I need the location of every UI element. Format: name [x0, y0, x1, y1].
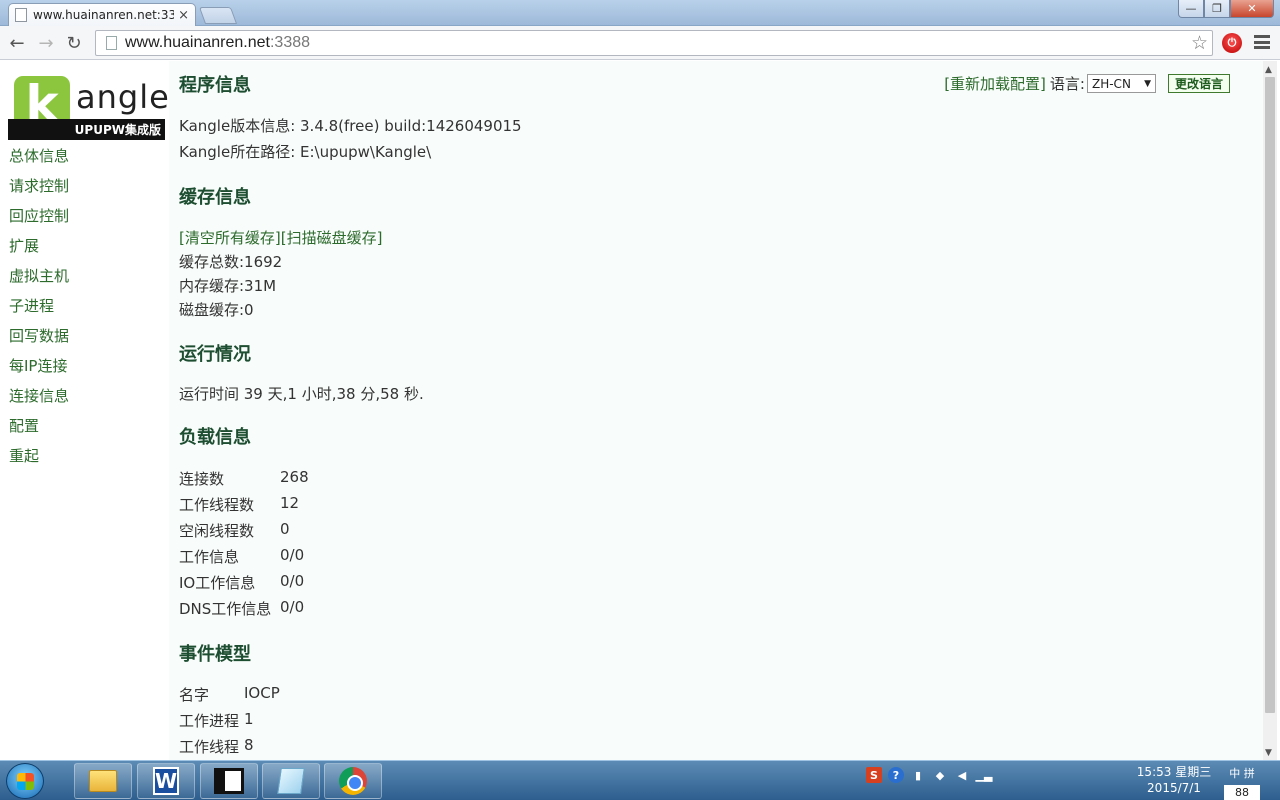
- tab-title: www.huainanren.net:338: [33, 8, 175, 22]
- sidebar: k angle UPUPW集成版 总体信息 请求控制 回应控制 扩展 虚拟主机 …: [0, 61, 169, 760]
- ime-value: 88: [1224, 785, 1260, 800]
- extension-icon[interactable]: ⏻: [1222, 33, 1242, 53]
- sidebar-item-per-ip[interactable]: 每IP连接: [9, 351, 69, 381]
- sidebar-item-connections[interactable]: 连接信息: [9, 381, 69, 411]
- close-window-button[interactable]: ✕: [1230, 0, 1274, 18]
- language-label: 语言:: [1049, 75, 1085, 93]
- sidebar-item-request-control[interactable]: 请求控制: [9, 171, 69, 201]
- system-tray: S ? ▮ ◆ ◀ ▁▃: [866, 767, 992, 783]
- ime-mode: 中 拼: [1229, 767, 1255, 780]
- section-program-heading: 程序信息: [179, 75, 251, 96]
- clock-time: 15:53 星期三: [1136, 765, 1212, 779]
- page-viewport: k angle UPUPW集成版 总体信息 请求控制 回应控制 扩展 虚拟主机 …: [0, 61, 1280, 760]
- browser-tab[interactable]: www.huainanren.net:338 ×: [8, 3, 196, 26]
- event-row: 工作线程 8: [179, 736, 254, 756]
- load-row: 工作线程数 12: [179, 494, 300, 514]
- sidebar-item-restart[interactable]: 重起: [9, 441, 69, 471]
- language-select[interactable]: ZH-CN ▼: [1086, 74, 1156, 93]
- windows-logo-icon: [17, 773, 34, 790]
- reload-icon[interactable]: ↻: [62, 31, 86, 55]
- section-runtime-heading: 运行情况: [179, 344, 251, 365]
- network-icon[interactable]: ▮: [910, 767, 926, 783]
- bookmark-star-icon[interactable]: ☆: [1191, 32, 1208, 54]
- url-text: www.huainanren.net:3388: [125, 34, 311, 51]
- page-scrollbar[interactable]: ▲ ▼: [1263, 61, 1277, 760]
- taskbar-explorer[interactable]: [74, 763, 132, 799]
- section-cache-heading: 缓存信息: [179, 187, 251, 208]
- load-row: 连接数 268: [179, 468, 309, 488]
- event-row: 工作进程 1: [179, 710, 254, 730]
- section-event-heading: 事件模型: [179, 644, 251, 665]
- version-info: Kangle版本信息: 3.4.8(free) build:1426049015: [179, 117, 522, 135]
- close-icon[interactable]: ×: [178, 8, 189, 23]
- taskbar-notepad[interactable]: [262, 763, 320, 799]
- chrome-icon: [339, 767, 367, 795]
- uptime: 运行时间 39 天,1 小时,38 分,58 秒.: [179, 385, 424, 403]
- taskbar-chrome[interactable]: [324, 763, 382, 799]
- cache-disk: 磁盘缓存:0: [179, 301, 254, 319]
- input-method-indicator[interactable]: 中 拼 88: [1222, 765, 1262, 800]
- sidebar-item-overview[interactable]: 总体信息: [9, 141, 69, 171]
- section-load-heading: 负载信息: [179, 427, 251, 448]
- volume-icon[interactable]: ◀: [954, 767, 970, 783]
- logo-word: angle: [76, 78, 170, 116]
- sogou-ime-icon[interactable]: S: [866, 767, 882, 783]
- browser-toolbar: ← → ↻ www.huainanren.net:3388 ☆ ⏻: [0, 26, 1280, 60]
- back-icon[interactable]: ←: [5, 31, 29, 55]
- scroll-down-icon[interactable]: ▼: [1265, 748, 1272, 758]
- help-icon[interactable]: ?: [888, 767, 904, 783]
- load-row: IO工作信息 0/0: [179, 572, 305, 592]
- scroll-thumb[interactable]: [1265, 77, 1275, 713]
- taskbar: W S ? ▮ ◆ ◀ ▁▃ 15:53 星期三 2015/7/1 中 拼 88: [0, 760, 1280, 800]
- load-row: 空闲线程数 0: [179, 520, 290, 540]
- sidebar-item-config[interactable]: 配置: [9, 411, 69, 441]
- reload-config-link[interactable]: [重新加载配置]: [944, 73, 1046, 94]
- new-tab-button[interactable]: [198, 7, 238, 24]
- window-titlebar: www.huainanren.net:338 × — ❐ ✕: [0, 0, 1280, 26]
- cache-total: 缓存总数:1692: [179, 253, 283, 271]
- maximize-button[interactable]: ❐: [1204, 0, 1230, 18]
- document-icon: [277, 768, 305, 794]
- install-path: Kangle所在路径: E:\upupw\Kangle\: [179, 143, 432, 161]
- scan-disk-cache-link[interactable]: [扫描磁盘缓存]: [281, 229, 383, 247]
- sidebar-item-extensions[interactable]: 扩展: [9, 231, 69, 261]
- page-icon: [106, 36, 117, 50]
- chevron-down-icon: ▼: [1144, 78, 1151, 89]
- load-row: DNS工作信息 0/0: [179, 598, 305, 618]
- top-controls: [重新加载配置] 语言: ZH-CN ▼ 更改语言: [944, 73, 1230, 94]
- cache-memory: 内存缓存:31M: [179, 277, 277, 295]
- sidebar-item-subprocess[interactable]: 子进程: [9, 291, 69, 321]
- taskbar-word[interactable]: W: [137, 763, 195, 799]
- page-icon: [15, 8, 27, 22]
- sidebar-item-writeback[interactable]: 回写数据: [9, 321, 69, 351]
- word-icon: W: [153, 767, 179, 795]
- sidebar-item-response-control[interactable]: 回应控制: [9, 201, 69, 231]
- scroll-up-icon[interactable]: ▲: [1265, 65, 1272, 75]
- event-row: 名字 IOCP: [179, 684, 280, 704]
- language-value: ZH-CN: [1091, 76, 1131, 91]
- sidebar-nav: 总体信息 请求控制 回应控制 扩展 虚拟主机 子进程 回写数据 每IP连接 连接…: [9, 141, 69, 471]
- main-content: [重新加载配置] 语言: ZH-CN ▼ 更改语言 程序信息 Kangle版本信…: [169, 61, 1263, 760]
- address-bar[interactable]: www.huainanren.net:3388 ☆: [95, 30, 1213, 56]
- change-language-button[interactable]: 更改语言: [1167, 74, 1230, 93]
- forward-icon[interactable]: →: [34, 31, 58, 55]
- logo-band: UPUPW集成版: [8, 119, 165, 140]
- menu-icon[interactable]: [1254, 35, 1270, 49]
- clear-cache-link[interactable]: [清空所有缓存]: [179, 229, 281, 247]
- kangle-logo: k angle UPUPW集成版: [8, 72, 169, 140]
- security-shield-icon[interactable]: ◆: [932, 767, 948, 783]
- system-clock[interactable]: 15:53 星期三 2015/7/1: [1134, 764, 1214, 796]
- load-row: 工作信息 0/0: [179, 546, 305, 566]
- cache-actions: [清空所有缓存][扫描磁盘缓存]: [179, 227, 382, 248]
- folder-icon: [89, 770, 117, 792]
- signal-icon[interactable]: ▁▃: [976, 767, 993, 783]
- sidebar-item-virtual-hosts[interactable]: 虚拟主机: [9, 261, 69, 291]
- taskbar-app-black[interactable]: [200, 763, 258, 799]
- window-controls: — ❐ ✕: [1178, 0, 1274, 18]
- clock-date: 2015/7/1: [1147, 781, 1201, 795]
- minimize-button[interactable]: —: [1178, 0, 1204, 18]
- start-button[interactable]: [6, 763, 44, 799]
- app-window-icon: [214, 768, 244, 794]
